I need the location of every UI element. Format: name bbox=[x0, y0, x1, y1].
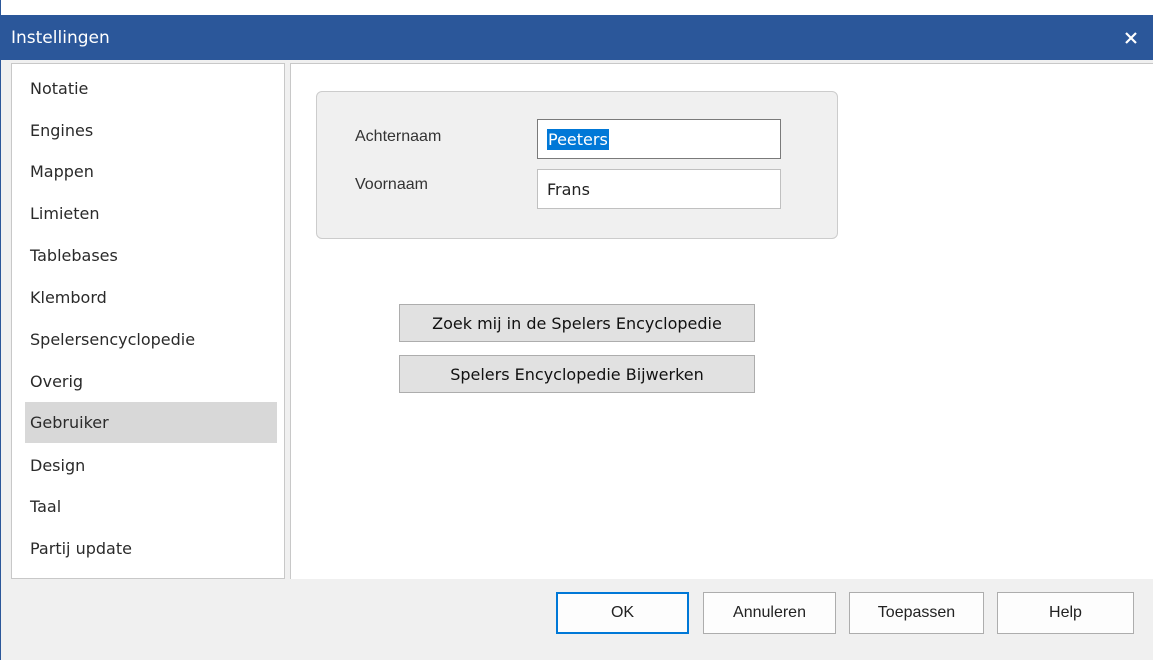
sidebar-item-partij-update[interactable]: Partij update bbox=[25, 528, 277, 569]
settings-dialog: Instellingen Notatie Engines Mappen Limi… bbox=[0, 0, 1153, 660]
lastname-label: Achternaam bbox=[355, 128, 442, 145]
lastname-field[interactable]: Peeters bbox=[537, 119, 781, 159]
sidebar-item-klembord[interactable]: Klembord bbox=[25, 277, 277, 318]
sidebar-item-engines[interactable]: Engines bbox=[25, 110, 277, 151]
sidebar-item-design[interactable]: Design bbox=[25, 445, 277, 486]
window-title: Instellingen bbox=[11, 28, 110, 48]
settings-category-list: Notatie Engines Mappen Limieten Tablebas… bbox=[11, 63, 285, 579]
apply-button[interactable]: Toepassen bbox=[849, 592, 984, 634]
user-name-group: Achternaam Peeters Voornaam Frans bbox=[316, 91, 838, 239]
ok-button[interactable]: OK bbox=[556, 592, 689, 634]
settings-content-panel: Achternaam Peeters Voornaam Frans Zoek m… bbox=[290, 63, 1153, 579]
sidebar-item-tablebases[interactable]: Tablebases bbox=[25, 235, 277, 276]
sidebar-item-limieten[interactable]: Limieten bbox=[25, 193, 277, 234]
sidebar-item-gebruiker[interactable]: Gebruiker bbox=[25, 402, 277, 443]
sidebar-item-mappen[interactable]: Mappen bbox=[25, 151, 277, 192]
sidebar-item-spelersencyclopedie[interactable]: Spelersencyclopedie bbox=[25, 319, 277, 360]
update-encyclopedia-button[interactable]: Spelers Encyclopedie Bijwerken bbox=[399, 355, 755, 393]
sidebar-item-notatie[interactable]: Notatie bbox=[25, 68, 277, 109]
lastname-value: Peeters bbox=[547, 128, 609, 150]
firstname-label: Voornaam bbox=[355, 176, 428, 193]
sidebar-item-taal[interactable]: Taal bbox=[25, 486, 277, 527]
close-icon bbox=[1125, 31, 1137, 44]
top-strip bbox=[1, 0, 1153, 15]
firstname-field[interactable]: Frans bbox=[537, 169, 781, 209]
find-me-in-encyclopedia-button[interactable]: Zoek mij in de Spelers Encyclopedie bbox=[399, 304, 755, 342]
sidebar-item-overig[interactable]: Overig bbox=[25, 361, 277, 402]
cancel-button[interactable]: Annuleren bbox=[703, 592, 836, 634]
help-button[interactable]: Help bbox=[997, 592, 1134, 634]
firstname-value: Frans bbox=[547, 179, 590, 199]
title-bar: Instellingen bbox=[1, 15, 1153, 60]
close-button[interactable] bbox=[1108, 15, 1153, 60]
